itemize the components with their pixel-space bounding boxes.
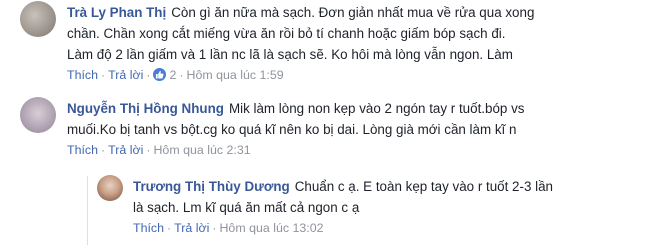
comment-text-line: Làm độ 2 lần giấm và 1 lần nc lã là sạch… <box>67 47 513 62</box>
comment-actions: Thích · Trả lời · 2 · Hôm qua lúc 1:59 <box>67 65 647 86</box>
like-button[interactable]: Thích <box>67 68 98 82</box>
separator: · <box>101 143 106 157</box>
reply-button[interactable]: Trả lời <box>174 221 209 235</box>
comment-first-line: Trà Ly Phan Thị Còn gì ăn nữa mà sạch. Đơ… <box>67 2 647 23</box>
comment-timestamp[interactable]: Hôm qua lúc 1:59 <box>187 68 284 82</box>
comment-text-line: muối.Ko bị tanh vs bột.cg ko quá kĩ nên … <box>67 122 517 137</box>
separator: · <box>146 143 151 157</box>
comment-first-line: Trương Thị Thùy Dương Chuẩn c ạ. E toàn k… <box>133 176 643 197</box>
like-count[interactable]: 2 <box>169 68 176 82</box>
comment-first-line: Nguyễn Thị Hồng Nhung Mik làm lòng non kẹ… <box>67 98 647 119</box>
comment-body: Trương Thị Thùy Dương Chuẩn c ạ. E toàn k… <box>133 176 643 239</box>
comment-text-line: là sạch. Lm kĩ quá ăn mất cả ngon c ạ <box>133 200 360 215</box>
comment-text-line: Còn gì ăn nữa mà sạch. Đơn giản nhất mua… <box>171 5 535 20</box>
reply-thread-line <box>87 176 88 245</box>
comment-timestamp[interactable]: Hôm qua lúc 2:31 <box>153 143 250 157</box>
separator: · <box>101 68 106 82</box>
avatar[interactable] <box>20 97 56 133</box>
separator: · <box>179 68 184 82</box>
comment-body: Trà Ly Phan Thị Còn gì ăn nữa mà sạch. Đơ… <box>67 2 647 86</box>
comment-author[interactable]: Trà Ly Phan Thị <box>67 5 166 20</box>
comment-actions: Thích · Trả lời · Hôm qua lúc 2:31 <box>67 140 647 161</box>
reply-button[interactable]: Trả lời <box>108 143 143 157</box>
comment-text-line: Mik làm lòng non kẹp vào 2 ngón tay r tu… <box>228 101 525 116</box>
comment-author[interactable]: Nguyễn Thị Hồng Nhung <box>67 101 224 116</box>
comment-body: Nguyễn Thị Hồng Nhung Mik làm lòng non kẹ… <box>67 98 647 161</box>
like-button[interactable]: Thích <box>133 221 164 235</box>
separator: · <box>212 221 217 235</box>
comment-timestamp[interactable]: Hôm qua lúc 13:02 <box>219 221 323 235</box>
like-button[interactable]: Thích <box>67 143 98 157</box>
reply-button[interactable]: Trả lời <box>108 68 143 82</box>
separator: · <box>146 68 151 82</box>
comment-author[interactable]: Trương Thị Thùy Dương <box>133 179 290 194</box>
comment-actions: Thích · Trả lời · Hôm qua lúc 13:02 <box>133 218 643 239</box>
comment-text-line: chần. Chần xong cắt miếng vừa ăn rồi bỏ … <box>67 26 506 41</box>
separator: · <box>167 221 172 235</box>
avatar[interactable] <box>97 175 123 201</box>
thumbs-up-icon[interactable] <box>153 68 167 81</box>
avatar[interactable] <box>20 1 56 37</box>
comment-text-line: Chuẩn c ạ. E toàn kẹp tay vào r tuốt 2-3… <box>294 179 554 194</box>
